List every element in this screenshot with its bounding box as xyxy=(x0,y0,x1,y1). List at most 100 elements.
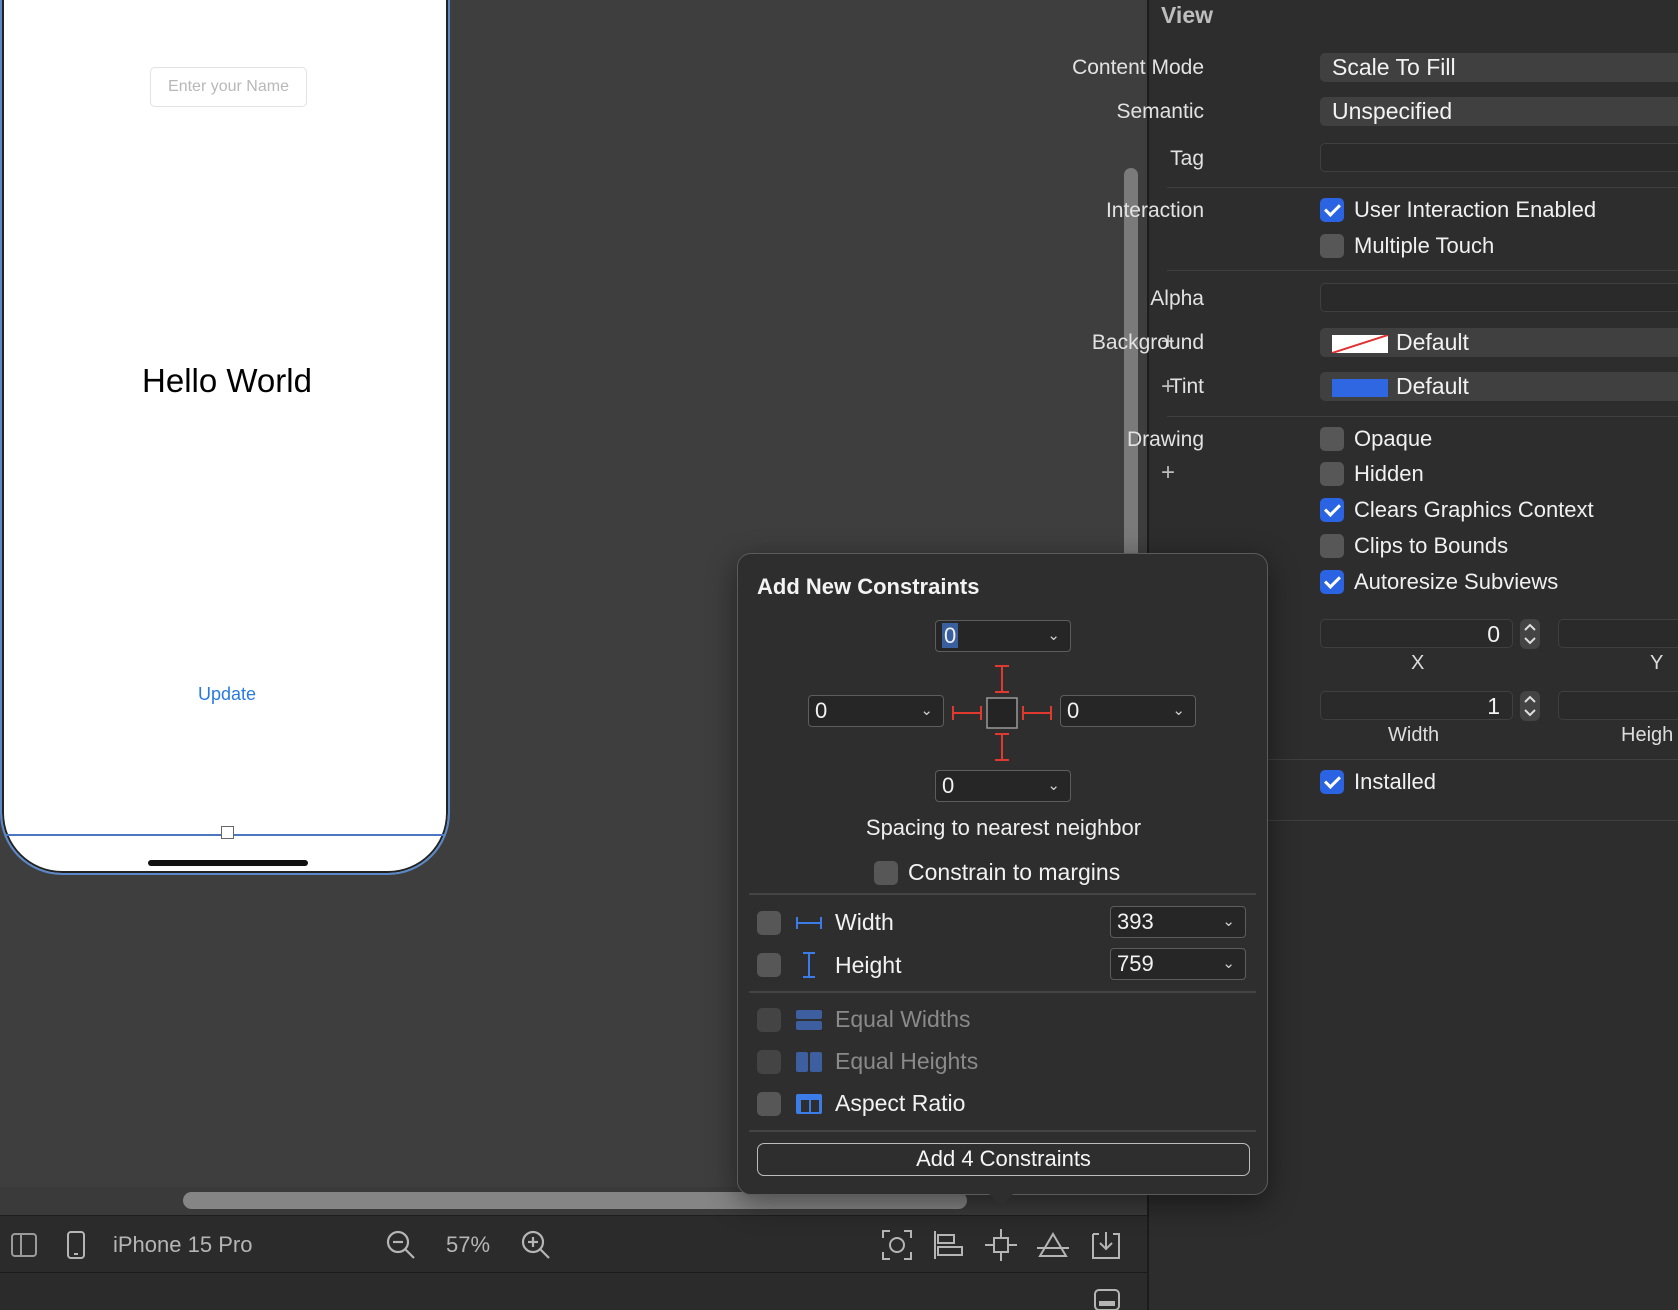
canvas-bottom-toolbar: iPhone 15 Pro 57% xyxy=(0,1215,1147,1272)
checkbox-unchecked-icon xyxy=(757,1091,781,1116)
embed-in-icon[interactable] xyxy=(1090,1216,1122,1273)
document-outline-toggle[interactable] xyxy=(10,1216,38,1273)
add-constraints-button[interactable]: Add 4 Constraints xyxy=(757,1143,1250,1176)
stretch-x-label: X xyxy=(1411,652,1425,674)
popover-arrow xyxy=(988,1193,1014,1207)
content-mode-popup[interactable]: Scale To Fill xyxy=(1320,53,1678,82)
debug-area-toggle-icon[interactable] xyxy=(1094,1289,1120,1310)
resize-handle[interactable] xyxy=(221,826,234,839)
update-button[interactable]: Update xyxy=(2,684,448,705)
popover-title: Add New Constraints xyxy=(757,574,980,599)
stretch-x-field[interactable]: 0 xyxy=(1320,619,1513,648)
drawing-label: Drawing xyxy=(1126,428,1204,451)
multiple-touch-label: Multiple Touch xyxy=(1354,233,1495,258)
height-icon xyxy=(803,952,815,978)
tint-color-popup[interactable]: Default xyxy=(1320,372,1678,401)
equal-heights-checkbox[interactable]: Equal Heights xyxy=(757,1048,978,1075)
clips-to-bounds-checkbox[interactable]: Clips to Bounds xyxy=(1320,532,1508,560)
installed-checkbox[interactable]: Installed xyxy=(1320,768,1436,796)
align-icon[interactable] xyxy=(932,1216,964,1273)
height-value: 759 xyxy=(1117,951,1154,976)
divider xyxy=(1167,187,1678,188)
chevron-down-icon[interactable]: ⌄ xyxy=(1172,696,1185,726)
multiple-touch-checkbox[interactable]: Multiple Touch xyxy=(1320,232,1494,260)
stretch-x-stepper[interactable] xyxy=(1520,619,1540,649)
hidden-checkbox[interactable]: Hidden xyxy=(1320,460,1424,488)
chevron-down-icon[interactable]: ⌄ xyxy=(1222,907,1235,937)
stretch-width-label: Width xyxy=(1388,724,1440,746)
alpha-label: Alpha xyxy=(1150,287,1204,310)
vertical-scrollbar[interactable] xyxy=(1124,168,1138,608)
checkbox-checked-icon xyxy=(1320,770,1344,794)
user-interaction-label: User Interaction Enabled xyxy=(1354,197,1597,222)
right-spacing-value: 0 xyxy=(1067,698,1080,723)
divider xyxy=(1167,416,1678,417)
constraint-diagram[interactable] xyxy=(950,660,1054,768)
resolve-issues-icon[interactable] xyxy=(1036,1216,1070,1273)
aspect-ratio-icon xyxy=(796,1093,822,1114)
divider xyxy=(1167,270,1678,271)
checkbox-checked-icon xyxy=(1320,498,1344,522)
stretch-y-field[interactable] xyxy=(1558,619,1678,648)
stretch-height-label: Heigh xyxy=(1621,724,1674,746)
view-controller-view[interactable]: Enter your Name Hello World Update xyxy=(2,0,448,873)
chevron-down-icon[interactable]: ⌄ xyxy=(1222,949,1235,979)
height-constraint-checkbox[interactable]: Height xyxy=(757,951,901,979)
width-constraint-checkbox[interactable]: Width xyxy=(757,909,894,936)
chevron-down-icon[interactable]: ⌄ xyxy=(1047,621,1060,651)
alpha-field[interactable] xyxy=(1320,283,1678,312)
constrain-margins-label: Constrain to margins xyxy=(908,859,1121,885)
clips-to-bounds-label: Clips to Bounds xyxy=(1354,533,1509,558)
right-spacing-field[interactable]: 0 ⌄ xyxy=(1060,695,1196,727)
left-spacing-field[interactable]: 0 ⌄ xyxy=(808,695,944,727)
aspect-ratio-label: Aspect Ratio xyxy=(835,1090,966,1116)
background-label: Background xyxy=(1091,331,1204,354)
zoom-level: 57% xyxy=(446,1231,491,1257)
device-selector[interactable]: iPhone 15 Pro xyxy=(113,1216,252,1273)
clears-graphics-checkbox[interactable]: Clears Graphics Context xyxy=(1320,496,1594,524)
checkbox-unchecked-icon xyxy=(757,953,781,977)
autoresize-checkbox[interactable]: Autoresize Subviews xyxy=(1320,568,1558,596)
section-title: View xyxy=(1161,2,1213,28)
name-text-field[interactable]: Enter your Name xyxy=(150,67,307,107)
background-color-popup[interactable]: Default xyxy=(1320,328,1678,357)
stretch-width-stepper[interactable] xyxy=(1520,691,1540,721)
zoom-out-icon[interactable] xyxy=(385,1216,417,1273)
home-indicator xyxy=(148,860,308,866)
semantic-popup[interactable]: Unspecified xyxy=(1320,97,1678,126)
update-frames-icon[interactable] xyxy=(880,1216,914,1273)
zoom-in-icon[interactable] xyxy=(520,1216,552,1273)
tint-label: Tint xyxy=(1169,375,1204,398)
checkbox-unchecked-icon xyxy=(1320,427,1344,451)
bottom-spacing-field[interactable]: 0 ⌄ xyxy=(935,770,1071,802)
constrain-margins-checkbox[interactable]: Constrain to margins xyxy=(874,859,1120,886)
debug-area-bar xyxy=(0,1272,1147,1310)
equal-widths-checkbox[interactable]: Equal Widths xyxy=(757,1006,971,1033)
equal-widths-label: Equal Widths xyxy=(835,1006,971,1032)
aspect-ratio-checkbox[interactable]: Aspect Ratio xyxy=(757,1090,965,1117)
hello-world-label[interactable]: Hello World xyxy=(2,362,448,400)
add-constraints-icon[interactable] xyxy=(984,1216,1018,1273)
divider xyxy=(749,893,1256,895)
checkbox-unchecked-icon xyxy=(1320,534,1344,558)
top-spacing-field[interactable]: 0 ⌄ xyxy=(935,620,1071,652)
autoresize-label: Autoresize Subviews xyxy=(1354,569,1559,594)
user-interaction-checkbox[interactable]: User Interaction Enabled xyxy=(1320,196,1596,224)
stretch-height-field[interactable] xyxy=(1558,691,1678,720)
checkbox-unchecked-icon xyxy=(1320,234,1344,258)
add-variation-icon[interactable]: + xyxy=(1161,459,1175,487)
equal-heights-label: Equal Heights xyxy=(835,1048,979,1074)
opaque-checkbox[interactable]: Opaque xyxy=(1320,425,1432,453)
height-value-field[interactable]: 759 ⌄ xyxy=(1110,948,1246,980)
chevron-down-icon[interactable]: ⌄ xyxy=(920,696,933,726)
width-value-field[interactable]: 393 ⌄ xyxy=(1110,906,1246,938)
tag-field[interactable] xyxy=(1320,143,1678,172)
iphone-scene[interactable]: Enter your Name Hello World Update xyxy=(0,0,450,875)
checkbox-disabled-icon xyxy=(757,1049,781,1074)
stretch-width-field[interactable]: 1 xyxy=(1320,691,1513,720)
spacing-label: Spacing to nearest neighbor xyxy=(865,815,1142,840)
width-label: Width xyxy=(835,909,894,935)
clears-graphics-label: Clears Graphics Context xyxy=(1354,497,1594,522)
chevron-down-icon[interactable]: ⌄ xyxy=(1047,771,1060,801)
device-icon[interactable] xyxy=(66,1216,86,1273)
